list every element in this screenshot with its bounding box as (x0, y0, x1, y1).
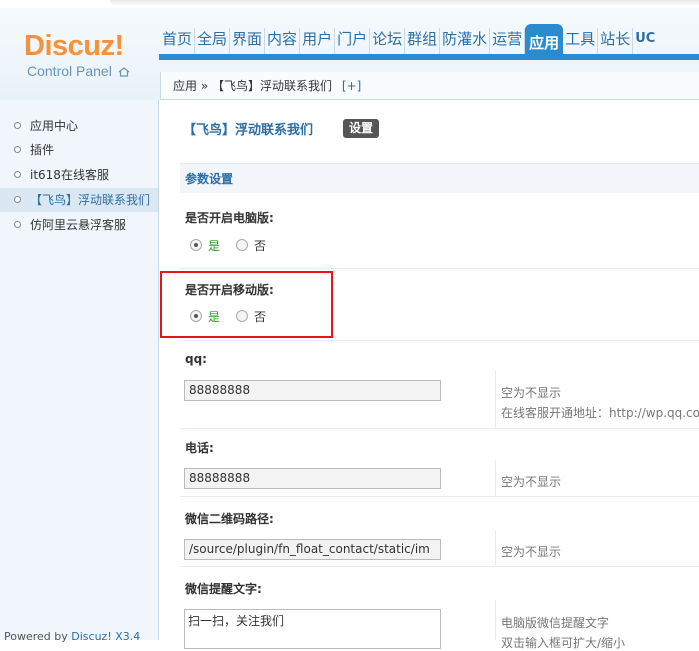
sidebar-item-it618-service[interactable]: it618在线客服 (0, 163, 158, 187)
nav-operation[interactable]: 运营 (490, 28, 526, 54)
divider (180, 268, 699, 269)
pc-yes-label[interactable]: 是 (208, 237, 220, 254)
wechat-tip-hint-expand: 双击输入框可扩大/缩小 (501, 636, 626, 650)
nav-global[interactable]: 全局 (195, 28, 231, 54)
column-divider (495, 460, 496, 496)
main-content: 【飞鸟】浮动联系我们 设置 参数设置 是否开启电脑版: 是 否 是否开启移动版:… (160, 100, 699, 650)
nav-apps[interactable]: 应用 (525, 24, 564, 54)
bullet-icon (14, 146, 21, 153)
sidebar: 应用中心 插件 it618在线客服 【飞鸟】浮动联系我们 仿阿里云悬浮客服 (0, 100, 159, 640)
breadcrumb-add[interactable]: [+] (342, 79, 361, 93)
pc-no-radio[interactable] (236, 239, 249, 251)
nav-user[interactable]: 用户 (300, 28, 336, 54)
column-divider (495, 370, 496, 428)
wechat-qr-label: 微信二维码路径: (185, 512, 274, 526)
phone-hint: 空为不显示 (501, 475, 562, 489)
nav-founder[interactable]: 站长 (598, 28, 634, 54)
breadcrumb: 应用 » 【飞鸟】浮动联系我们 [+] (160, 72, 699, 100)
breadcrumb-current: 【飞鸟】浮动联系我们 (212, 79, 333, 93)
powered-link[interactable]: Discuz! X3.4 (71, 630, 140, 643)
divider (180, 428, 699, 429)
bullet-icon (14, 171, 21, 178)
mobile-no-radio[interactable] (236, 310, 249, 322)
wechat-qr-hint: 空为不显示 (501, 545, 562, 559)
qq-label: qq: (185, 352, 207, 366)
mobile-label: 是否开启移动版: (185, 283, 274, 297)
column-divider (495, 600, 496, 640)
qq-input[interactable]: 88888888 (184, 380, 441, 401)
nav-group[interactable]: 群组 (405, 28, 441, 54)
top-strip (0, 0, 699, 8)
nav-antispam[interactable]: 防灌水 (440, 28, 491, 54)
sidebar-item-label: 仿阿里云悬浮客服 (30, 218, 127, 232)
top-shade (110, 0, 699, 6)
nav-underline (159, 54, 699, 60)
divider (180, 496, 699, 497)
powered-text: Powered by (4, 630, 72, 643)
qq-hint-url: 在线客服开通地址：http://wp.qq.co (501, 406, 699, 420)
nav-forum[interactable]: 论坛 (370, 28, 406, 54)
control-panel-label: Control Panel (27, 63, 112, 79)
breadcrumb-separator: » (200, 79, 209, 93)
nav-ucenter[interactable]: UC (633, 28, 657, 54)
phone-input[interactable]: 88888888 (184, 468, 441, 489)
wechat-tip-textarea[interactable]: 扫一扫，关注我们 (184, 609, 441, 649)
breadcrumb-root[interactable]: 应用 (173, 79, 197, 93)
mobile-radio-group: 是 否 (190, 308, 266, 324)
qq-hint: 空为不显示 (501, 386, 562, 400)
top-nav: 首页 全局 界面 内容 用户 门户 论坛 群组 防灌水 运营 应用 工具 站长 … (160, 24, 657, 54)
logo-subtitle: Control Panel (27, 63, 130, 79)
pc-label: 是否开启电脑版: (185, 211, 274, 225)
wechat-qr-input[interactable]: /source/plugin/fn_float_contact/static/i… (184, 539, 441, 560)
bullet-icon (14, 221, 21, 228)
sidebar-item-app-center[interactable]: 应用中心 (0, 114, 158, 138)
mobile-yes-radio[interactable] (190, 310, 202, 322)
home-icon[interactable] (118, 67, 130, 77)
mobile-no-label[interactable]: 否 (254, 308, 266, 325)
column-divider (495, 530, 496, 566)
wechat-tip-label: 微信提醒文字: (185, 582, 262, 596)
sidebar-item-label: it618在线客服 (30, 168, 109, 182)
powered-by: Powered by Discuz! X3.4 (4, 630, 140, 643)
bullet-icon (14, 122, 21, 129)
pc-no-label[interactable]: 否 (254, 237, 266, 254)
nav-tools[interactable]: 工具 (563, 28, 599, 54)
pc-yes-radio[interactable] (190, 239, 202, 251)
nav-home[interactable]: 首页 (160, 28, 196, 54)
page-title: 【飞鸟】浮动联系我们 (183, 123, 314, 138)
logo: Discuz! (24, 30, 124, 62)
settings-button[interactable]: 设置 (343, 119, 380, 138)
divider (180, 566, 699, 567)
wechat-tip-hint: 电脑版微信提醒文字 (501, 616, 610, 630)
divider (180, 340, 699, 341)
mobile-yes-label[interactable]: 是 (208, 308, 220, 325)
nav-content[interactable]: 内容 (265, 28, 301, 54)
sidebar-item-label: 插件 (30, 143, 55, 157)
sidebar-item-aliyun-service[interactable]: 仿阿里云悬浮客服 (0, 213, 158, 237)
nav-portal[interactable]: 门户 (335, 28, 371, 54)
nav-style[interactable]: 界面 (230, 28, 266, 54)
sidebar-item-label: 应用中心 (30, 119, 79, 133)
phone-label: 电话: (185, 441, 214, 455)
sidebar-item-plugins[interactable]: 插件 (0, 138, 158, 162)
pc-radio-group: 是 否 (190, 237, 266, 253)
section-header: 参数设置 (180, 163, 699, 193)
sidebar-item-label: 【飞鸟】浮动联系我们 (30, 193, 151, 207)
sidebar-item-float-contact[interactable]: 【飞鸟】浮动联系我们 (0, 188, 158, 212)
bullet-icon (14, 196, 21, 203)
